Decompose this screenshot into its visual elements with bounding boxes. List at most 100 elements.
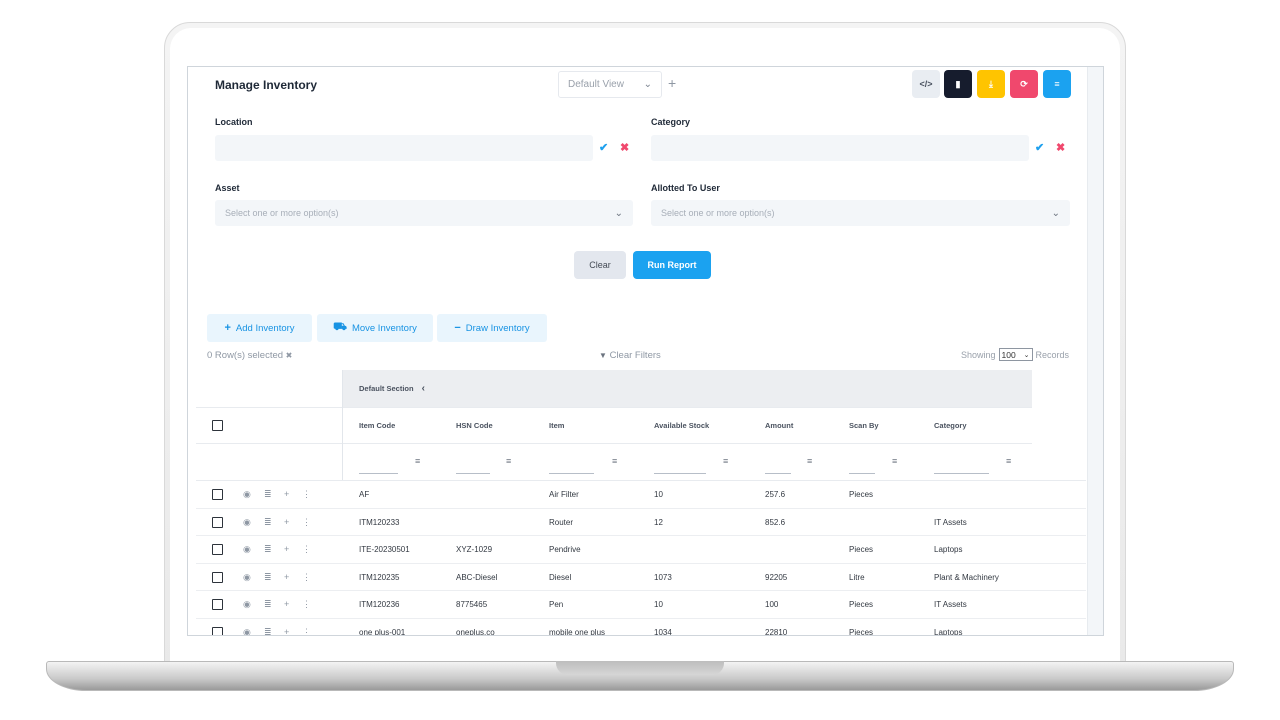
collapse-section-icon[interactable]: ‹	[422, 383, 425, 394]
location-clear-icon[interactable]: ✖	[620, 141, 629, 154]
location-input[interactable]	[215, 135, 593, 161]
code-button[interactable]: </>	[912, 70, 940, 98]
table-cell: mobile one plus	[549, 628, 606, 636]
run-report-button[interactable]: Run Report	[633, 251, 711, 279]
row-checkbox[interactable]	[212, 599, 223, 611]
download-button[interactable]: ⤓	[977, 70, 1005, 98]
category-apply-icon[interactable]: ✔	[1035, 141, 1044, 154]
vertical-scrollbar[interactable]	[1087, 67, 1103, 635]
category-input[interactable]	[651, 135, 1029, 161]
list-icon[interactable]: ≣	[264, 517, 272, 528]
category-label: Category	[651, 117, 691, 127]
more-vertical-icon[interactable]: ⋮	[302, 489, 311, 500]
filter-icon[interactable]: ≡	[612, 456, 617, 466]
table-cell: Diesel	[549, 572, 572, 582]
eye-icon[interactable]: ◉	[243, 572, 251, 583]
clear-button[interactable]: Clear	[574, 251, 626, 279]
action-label: Add Inventory	[235, 322, 295, 334]
filter-icon[interactable]: ≡	[723, 456, 728, 466]
column-header[interactable]: Scan By	[849, 421, 879, 430]
column-filter-input[interactable]	[849, 473, 875, 474]
document-button[interactable]: ▮	[944, 70, 972, 98]
allotted-select[interactable]: Select one or more option(s) ⌄	[651, 200, 1070, 226]
move-inventory-button[interactable]: ⛟ Move Inventory	[317, 314, 433, 342]
row-checkbox[interactable]	[212, 544, 223, 556]
more-vertical-icon[interactable]: ⋮	[302, 599, 311, 610]
records-label: Records	[1035, 349, 1070, 360]
column-filter-input[interactable]	[359, 473, 398, 474]
section-header: Default Section ‹	[342, 370, 1032, 407]
column-header[interactable]: Available Stock	[654, 421, 709, 430]
table-cell: ITE-20230501	[359, 545, 410, 555]
action-label: Move Inventory	[351, 322, 417, 334]
row-checkbox[interactable]	[212, 489, 223, 500]
filter-icon[interactable]: ≡	[1006, 456, 1011, 466]
more-vertical-icon[interactable]: ⋮	[302, 517, 311, 528]
laptop-notch	[556, 661, 724, 675]
eye-icon[interactable]: ◉	[243, 544, 251, 555]
more-vertical-icon[interactable]: ⋮	[302, 627, 311, 635]
filter-icon[interactable]: ≡	[415, 456, 420, 466]
table-filter-row	[196, 444, 1086, 481]
column-filter-input[interactable]	[549, 473, 594, 474]
list-icon[interactable]: ≣	[264, 627, 272, 635]
list-icon[interactable]: ≣	[264, 572, 272, 583]
table-cell: XYZ-1029	[456, 545, 493, 555]
column-header[interactable]: Item Code	[359, 421, 395, 430]
filter-icon[interactable]: ≡	[892, 456, 897, 466]
code-icon: </>	[919, 79, 933, 89]
rows-selected: 0 Row(s) selected ✖	[207, 350, 292, 361]
select-all-checkbox[interactable]	[212, 420, 223, 431]
showing-label: Showing	[961, 349, 996, 360]
add-view-button[interactable]: +	[668, 75, 676, 91]
clear-filters-label: Clear Filters	[609, 350, 661, 361]
row-checkbox[interactable]	[212, 516, 223, 528]
sliders-button[interactable]: ≡	[1043, 70, 1071, 98]
rows-selected-text: 0 Row(s) selected	[207, 350, 284, 361]
refresh-button[interactable]: ⟳	[1010, 70, 1038, 98]
more-vertical-icon[interactable]: ⋮	[302, 572, 311, 583]
view-select[interactable]: Default View ⌄	[558, 71, 662, 98]
column-filter-input[interactable]	[654, 473, 706, 474]
row-checkbox[interactable]	[212, 627, 223, 635]
table-cell: Pen	[549, 600, 564, 610]
clear-filters-button[interactable]: ▼ Clear Filters	[599, 350, 661, 361]
eye-icon[interactable]: ◉	[243, 599, 251, 610]
column-header[interactable]: Category	[934, 421, 967, 430]
category-clear-icon[interactable]: ✖	[1056, 141, 1065, 154]
plus-icon[interactable]: +	[284, 544, 289, 554]
location-apply-icon[interactable]: ✔	[599, 141, 608, 154]
plus-icon[interactable]: +	[284, 572, 289, 582]
page-size-select[interactable]: 100 ⌄	[998, 348, 1033, 361]
list-icon[interactable]: ≣	[264, 599, 272, 610]
plus-icon[interactable]: +	[284, 627, 289, 635]
column-filter-input[interactable]	[765, 473, 791, 474]
eye-icon[interactable]: ◉	[243, 627, 251, 635]
column-filter-input[interactable]	[934, 473, 989, 474]
asset-select[interactable]: Select one or more option(s) ⌄	[215, 200, 633, 226]
deselect-icon[interactable]: ✖	[286, 351, 293, 360]
column-header[interactable]: Item	[549, 421, 564, 430]
eye-icon[interactable]: ◉	[243, 517, 251, 528]
column-header[interactable]: Amount	[765, 421, 793, 430]
table-cell: ABC-Diesel	[456, 572, 498, 582]
more-vertical-icon[interactable]: ⋮	[302, 544, 311, 555]
asset-label: Asset	[215, 183, 240, 193]
plus-icon[interactable]: +	[284, 489, 289, 499]
row-checkbox[interactable]	[212, 571, 223, 583]
sliders-icon: ≡	[1054, 79, 1060, 89]
list-icon[interactable]: ≣	[264, 544, 272, 555]
filter-icon[interactable]: ≡	[506, 456, 511, 466]
plus-icon[interactable]: +	[284, 517, 289, 527]
draw-inventory-button[interactable]: − Draw Inventory	[437, 314, 547, 342]
filter-icon[interactable]: ≡	[807, 456, 812, 466]
eye-icon[interactable]: ◉	[243, 489, 251, 500]
list-icon[interactable]: ≣	[264, 489, 272, 500]
refresh-icon: ⟳	[1020, 78, 1028, 89]
column-header[interactable]: HSN Code	[456, 421, 493, 430]
table-row	[196, 481, 1086, 509]
add-inventory-button[interactable]: + Add Inventory	[207, 314, 312, 342]
plus-icon[interactable]: +	[284, 599, 289, 609]
column-filter-input[interactable]	[456, 473, 490, 474]
table-cell: ITM120235	[359, 572, 400, 582]
